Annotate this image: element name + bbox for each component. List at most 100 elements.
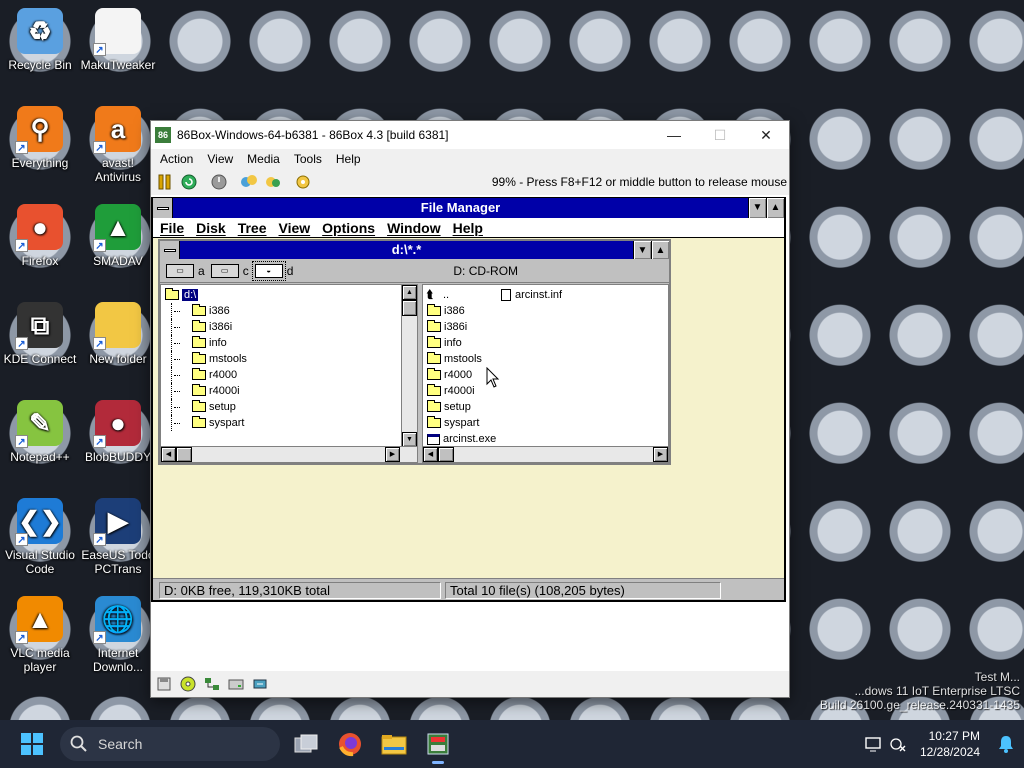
desktop-icon[interactable]: a ↗ avast! Antivirus [78, 100, 158, 192]
pause-icon[interactable] [155, 172, 175, 192]
fm-menu-help[interactable]: Help [446, 220, 488, 236]
emulator-titlebar[interactable]: 86 86Box-Windows-64-b6381 - 86Box 4.3 [b… [151, 121, 789, 149]
sound-status-icon[interactable] [251, 676, 269, 692]
screen-tray-icon[interactable] [862, 722, 886, 766]
menu-view[interactable]: View [200, 152, 240, 166]
scroll-up-icon[interactable]: ▲ [402, 285, 417, 300]
tree-item[interactable]: i386 [171, 303, 417, 319]
desktop-icon[interactable]: ● ↗ Firefox [0, 198, 80, 290]
fm-menu-view[interactable]: View [272, 220, 316, 236]
desktop-icon[interactable]: ↗ MakuTweaker [78, 2, 158, 94]
desktop-icon[interactable]: ✎ ↗ Notepad++ [0, 394, 80, 486]
desktop-icon[interactable]: ▶ ↗ EaseUS Todo PCTrans [78, 492, 158, 584]
start-button[interactable] [8, 720, 56, 768]
settings-icon[interactable] [293, 172, 313, 192]
scroll-right-icon[interactable]: ▶ [653, 447, 668, 462]
floppy-status-icon[interactable] [155, 676, 173, 692]
taskbar-clock[interactable]: 10:27 PM 12/28/2024 [920, 728, 980, 760]
drive-d[interactable]: ◒ d [251, 260, 293, 281]
fm-menu-tree[interactable]: Tree [231, 220, 272, 236]
fm-menu-file[interactable]: File [153, 220, 189, 236]
file-manager-titlebar[interactable]: File Manager ▼ ▲ [153, 198, 784, 218]
file-list-item[interactable]: arcinst.exe [427, 431, 496, 447]
menu-media[interactable]: Media [240, 152, 287, 166]
file-list-item[interactable]: info [427, 335, 496, 351]
maximize-arrow-icon[interactable]: ▲ [766, 198, 784, 218]
scroll-left-icon[interactable]: ◀ [161, 447, 176, 462]
system-menu-icon[interactable] [153, 198, 173, 218]
scroll-right-icon[interactable]: ▶ [385, 447, 400, 462]
power-icon[interactable] [209, 172, 229, 192]
shortcut-arrow-icon: ↗ [15, 141, 28, 154]
close-button[interactable]: ✕ [743, 121, 789, 149]
file-list-item[interactable]: ⮬.. [427, 287, 496, 303]
guest-screen[interactable]: File Manager ▼ ▲ File Disk Tree View Opt… [151, 195, 789, 673]
hard-disk-status-icon[interactable] [227, 676, 245, 692]
tree-root-item[interactable]: d:\ [165, 287, 417, 303]
file-explorer-taskbar-icon[interactable] [372, 722, 416, 766]
ctrl-alt-del-icon[interactable] [239, 172, 259, 192]
desktop-icon[interactable]: 🌐 ↗ Internet Downlo... [78, 590, 158, 682]
86box-taskbar-icon[interactable] [416, 722, 460, 766]
drive-a[interactable]: ▭ a [166, 263, 205, 278]
file-list-pane[interactable]: ⮬.. i386 i386i info mstools r4000 r4000i setup s… [422, 284, 669, 463]
desktop-icon[interactable]: ↗ New folder [78, 296, 158, 388]
dir-minimize-arrow-icon[interactable]: ▼ [633, 241, 651, 259]
file-list-item[interactable]: i386 [427, 303, 496, 319]
ctrl-alt-esc-icon[interactable] [263, 172, 283, 192]
file-list-item[interactable]: setup [427, 399, 496, 415]
tree-vertical-scrollbar[interactable]: ▲ ▼ [401, 285, 417, 447]
fm-menu-window[interactable]: Window [380, 220, 446, 236]
dir-system-menu-icon[interactable] [160, 241, 180, 259]
menu-tools[interactable]: Tools [287, 152, 329, 166]
tree-item[interactable]: r4000 [171, 367, 417, 383]
tree-item[interactable]: i386i [171, 319, 417, 335]
maximize-button[interactable]: ☐ [697, 121, 743, 149]
menu-action[interactable]: Action [153, 152, 200, 166]
minimize-arrow-icon[interactable]: ▼ [748, 198, 766, 218]
minimize-button[interactable]: — [651, 121, 697, 149]
desktop-icon[interactable]: ⚲ ↗ Everything [0, 100, 80, 192]
notification-bell-icon[interactable] [992, 722, 1020, 766]
directory-window[interactable]: d:\*.* ▼ ▲ ▭ a ▭ c ◒ d D: CD-ROM d:\ i38… [158, 239, 671, 465]
tree-item[interactable]: info [171, 335, 417, 351]
files-horizontal-scrollbar[interactable]: ◀ ▶ [423, 446, 668, 462]
scroll-thumb[interactable] [402, 300, 417, 316]
desktop-icon[interactable]: ● ↗ BlobBUDDY [78, 394, 158, 486]
tree-item[interactable]: setup [171, 399, 417, 415]
directory-window-titlebar[interactable]: d:\*.* ▼ ▲ [160, 241, 669, 259]
drive-c[interactable]: ▭ c [210, 263, 249, 278]
file-list-item[interactable]: i386i [427, 319, 496, 335]
scroll-down-icon[interactable]: ▼ [402, 432, 417, 447]
file-list-item[interactable]: mstools [427, 351, 496, 367]
file-list-item[interactable]: arcinst.inf [501, 287, 562, 303]
network-offline-tray-icon[interactable] [886, 722, 910, 766]
tree-item[interactable]: mstools [171, 351, 417, 367]
dir-maximize-arrow-icon[interactable]: ▲ [651, 241, 669, 259]
emulator-window[interactable]: 86 86Box-Windows-64-b6381 - 86Box 4.3 [b… [150, 120, 790, 698]
network-status-icon[interactable] [203, 676, 221, 692]
desktop-icon[interactable]: ⧉ ↗ KDE Connect [0, 296, 80, 388]
scroll-thumb[interactable] [438, 447, 454, 462]
fm-menu-disk[interactable]: Disk [189, 220, 231, 236]
cdrom-status-icon[interactable] [179, 676, 197, 692]
tree-item[interactable]: r4000i [171, 383, 417, 399]
scroll-thumb[interactable] [176, 447, 192, 462]
task-view-icon[interactable] [284, 722, 328, 766]
file-manager-window[interactable]: File Manager ▼ ▲ File Disk Tree View Opt… [151, 197, 786, 602]
desktop-icon[interactable]: ▲ ↗ SMADAV [78, 198, 158, 290]
fm-menu-options[interactable]: Options [315, 220, 380, 236]
taskbar-search[interactable]: Search [60, 727, 280, 761]
menu-help[interactable]: Help [329, 152, 368, 166]
scroll-left-icon[interactable]: ◀ [423, 447, 438, 462]
desktop-icon-label: New folder [89, 352, 147, 366]
directory-tree-pane[interactable]: d:\ i386 i386i info mstools r4000 r4000i setup s… [160, 284, 418, 463]
file-list-item[interactable]: syspart [427, 415, 496, 431]
firefox-taskbar-icon[interactable] [328, 722, 372, 766]
reset-icon[interactable] [179, 172, 199, 192]
desktop-icon[interactable]: ❮❯ ↗ Visual Studio Code [0, 492, 80, 584]
desktop-icon[interactable]: ♻ Recycle Bin [0, 2, 80, 94]
tree-horizontal-scrollbar[interactable]: ◀ ▶ [161, 446, 417, 462]
tree-item[interactable]: syspart [171, 415, 417, 431]
desktop-icon[interactable]: ▲ ↗ VLC media player [0, 590, 80, 682]
